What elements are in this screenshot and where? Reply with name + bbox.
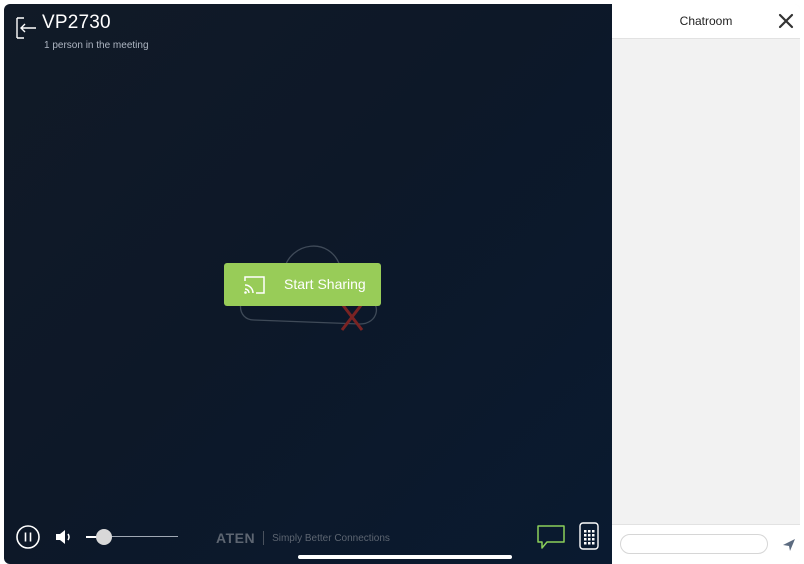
chat-toggle-button[interactable] <box>536 524 566 550</box>
meeting-title: VP2730 <box>42 12 111 33</box>
volume-track <box>104 536 178 537</box>
exit-meeting-button[interactable] <box>14 16 38 40</box>
meeting-view: VP2730 1 person in the meeting Start Sha… <box>4 4 612 564</box>
keypad-button[interactable] <box>579 522 599 550</box>
pause-icon <box>16 525 40 549</box>
chat-title: Chatroom <box>679 14 733 28</box>
volume-thumb[interactable] <box>96 529 113 545</box>
chat-bubble-icon <box>537 525 565 549</box>
exit-arrow-icon <box>16 17 36 39</box>
app-window: VP2730 1 person in the meeting Start Sha… <box>4 4 800 564</box>
brand-logo: ATEN <box>216 530 256 546</box>
mute-button[interactable] <box>54 528 74 546</box>
pause-button[interactable] <box>15 524 41 550</box>
chat-messages <box>612 39 800 524</box>
brand-footer: ATEN Simply Better Connections <box>216 529 390 547</box>
participant-count: 1 person in the meeting <box>44 40 149 51</box>
brand-divider <box>263 531 265 545</box>
send-button[interactable] <box>782 538 796 552</box>
send-icon <box>783 539 795 551</box>
start-sharing-button[interactable]: Start Sharing <box>224 263 381 306</box>
chat-header: Chatroom <box>612 4 800 39</box>
volume-slider[interactable] <box>82 526 182 548</box>
cast-icon <box>244 276 265 294</box>
speaker-icon <box>56 530 70 544</box>
chat-panel: Chatroom <box>612 4 800 564</box>
home-indicator[interactable] <box>298 555 512 559</box>
brand-tagline: Simply Better Connections <box>272 532 390 544</box>
close-chat-button[interactable] <box>778 13 794 29</box>
chat-message-input[interactable] <box>620 534 768 554</box>
keypad-icon <box>579 522 599 550</box>
close-icon <box>778 13 794 29</box>
start-sharing-label: Start Sharing <box>284 276 366 292</box>
chat-input-bar <box>612 524 800 564</box>
